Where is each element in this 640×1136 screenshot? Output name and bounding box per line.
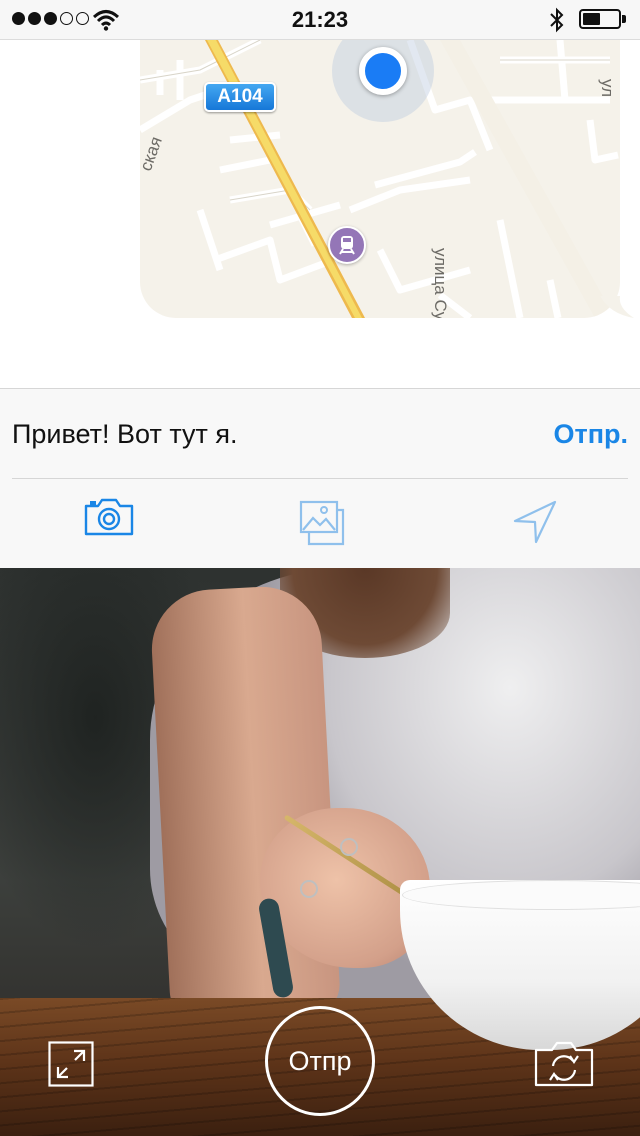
battery-level — [583, 13, 600, 25]
train-station-icon — [328, 226, 366, 264]
street-label-right: улица Сущевская — [430, 248, 450, 318]
composer-divider — [12, 478, 628, 479]
preview-ring — [340, 838, 358, 856]
preview-ring — [300, 880, 318, 898]
photo-library-icon[interactable] — [298, 499, 346, 547]
switch-camera-icon[interactable] — [534, 1040, 594, 1088]
message-input[interactable]: Привет! Вот тут я. — [12, 419, 238, 450]
road-badge-label: A104 — [217, 86, 263, 107]
camera-icon[interactable] — [84, 497, 134, 537]
capture-send-button[interactable]: Отпр — [265, 1006, 375, 1116]
bubble-tail — [600, 296, 634, 318]
street-label-right-text: улица Сущевская — [431, 248, 450, 318]
battery-tip — [622, 15, 626, 23]
bluetooth-icon — [550, 7, 564, 33]
status-time: 21:23 — [291, 7, 349, 32]
capture-send-label: Отпр — [288, 1045, 352, 1076]
send-button[interactable]: Отпр. — [553, 419, 628, 450]
battery-icon — [579, 9, 621, 29]
camera-preview[interactable]: Отпр — [0, 568, 640, 1136]
expand-icon[interactable] — [48, 1041, 94, 1087]
location-arrow-icon[interactable] — [512, 499, 558, 545]
map-message-bubble[interactable]: A104 улица Сущевская ская ул — [140, 40, 620, 318]
street-label-top-right: ул — [597, 79, 617, 97]
screen: 21:23 A104 улица Сущевская ская ул Приве… — [0, 0, 640, 1136]
road-badge-a104: A104 — [204, 82, 276, 112]
status-bar: 21:23 — [0, 0, 640, 40]
current-location-dot — [359, 47, 407, 95]
composer: Привет! Вот тут я. Отпр. — [0, 388, 640, 568]
street-label-top-right-text: ул — [598, 78, 618, 98]
